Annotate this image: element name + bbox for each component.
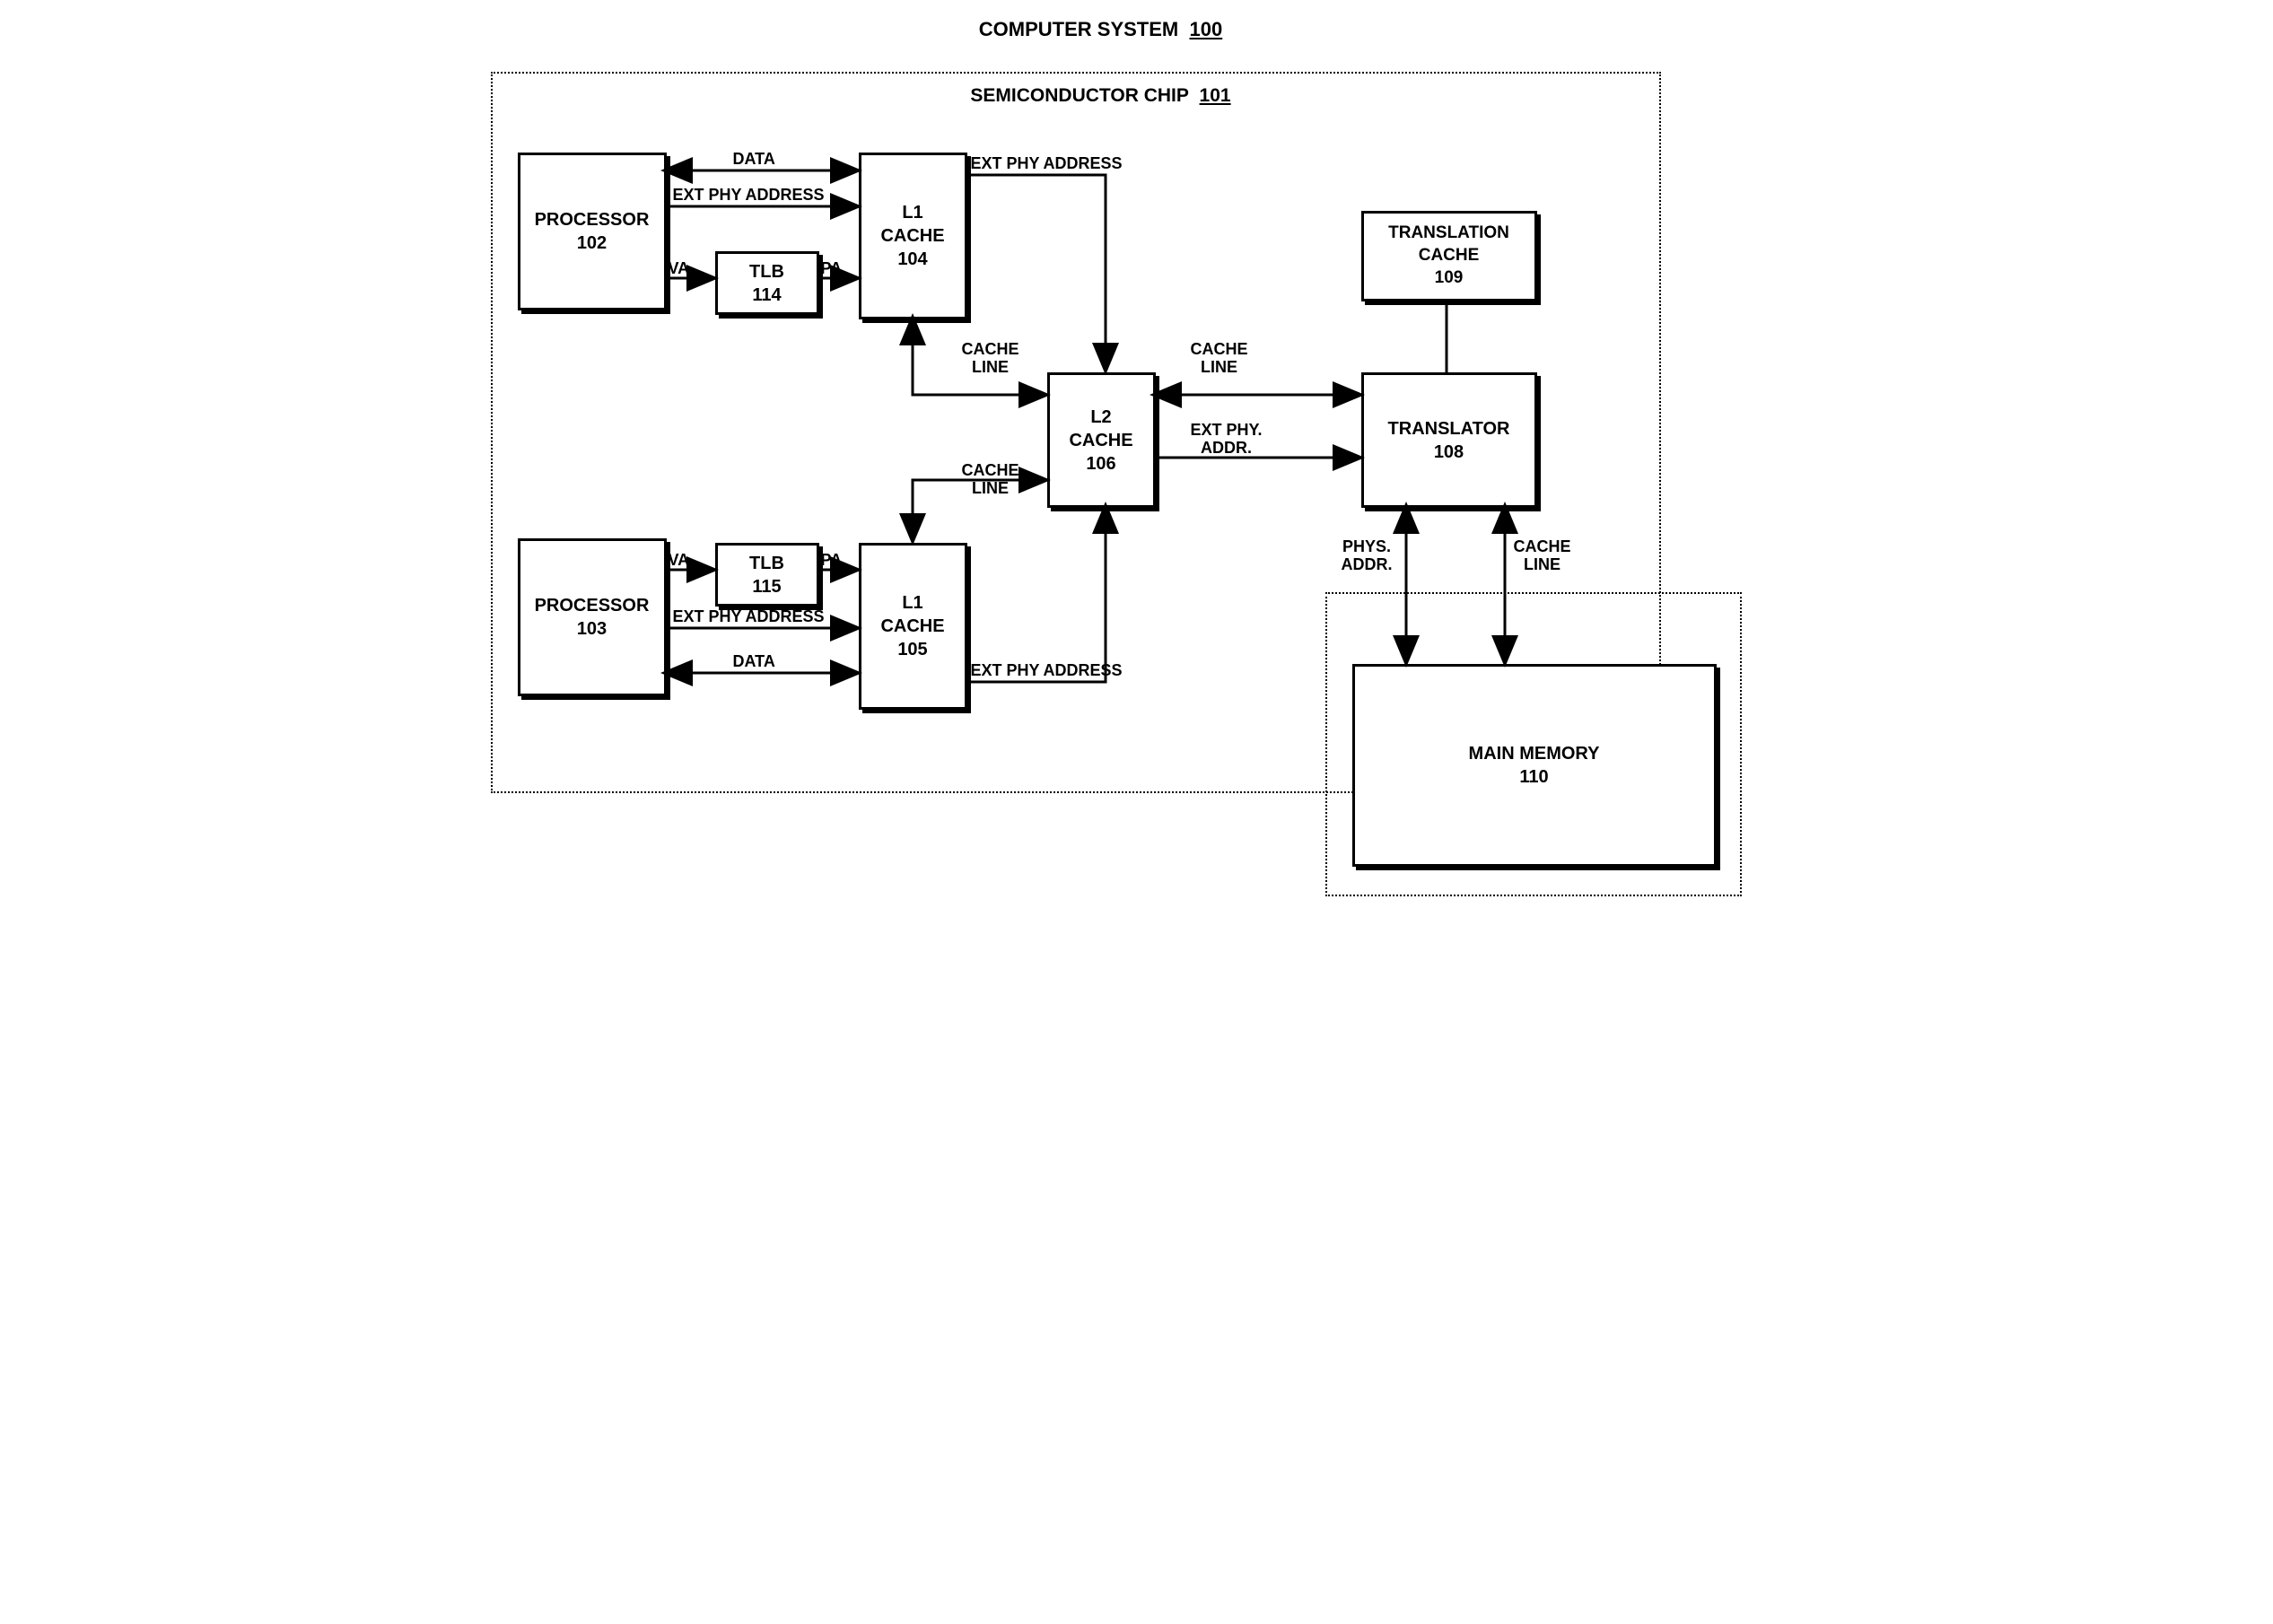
label-data-top: DATA (733, 151, 775, 169)
label-extphy-l1b-l2: EXT PHY ADDRESS (971, 662, 1123, 680)
label-cacheline-mem: CACHE LINE (1514, 538, 1571, 574)
label-extphy-top: EXT PHY ADDRESS (673, 187, 825, 205)
label-extphy-l1a-l2: EXT PHY ADDRESS (971, 155, 1123, 173)
label-extphy-bot: EXT PHY ADDRESS (673, 608, 825, 626)
label-physaddr-mem: PHYS. ADDR. (1342, 538, 1393, 574)
label-pa-top: PA (821, 260, 843, 278)
label-cacheline-top: CACHE LINE (962, 341, 1019, 377)
label-pa-bot: PA (821, 552, 843, 570)
label-va-bot: VA (669, 552, 690, 570)
diagram-canvas: COMPUTER SYSTEM 100 SEMICONDUCTOR CHIP 1… (473, 18, 1801, 933)
label-extphy-l2tr: EXT PHY. ADDR. (1191, 422, 1263, 458)
label-cacheline-l2tr: CACHE LINE (1191, 341, 1248, 377)
label-cacheline-bot: CACHE LINE (962, 462, 1019, 498)
connectors (473, 18, 1801, 933)
label-va-top: VA (669, 260, 690, 278)
label-data-bot: DATA (733, 653, 775, 671)
